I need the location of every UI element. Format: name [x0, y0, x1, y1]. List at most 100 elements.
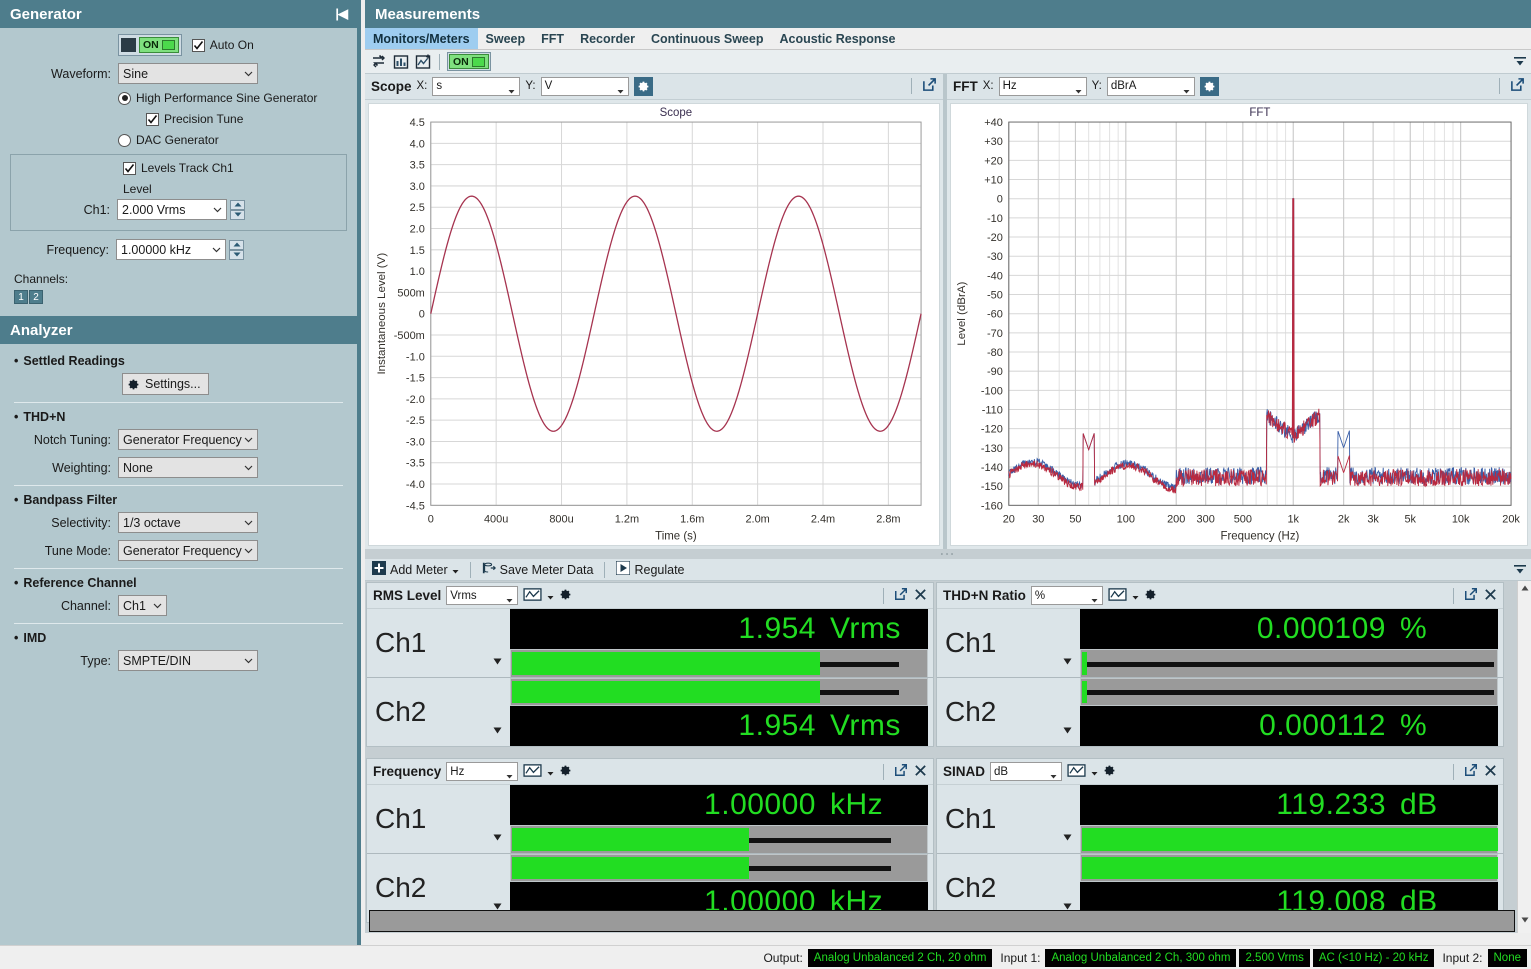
- svg-text:+10: +10: [984, 174, 1003, 186]
- scope-plot[interactable]: Scope4.54.03.53.02.52.01.51.0500m0-500m-…: [368, 103, 940, 546]
- fft-plot[interactable]: FFT+40+30+20+100-10-20-30-40-50-60-70-80…: [950, 103, 1528, 546]
- meter-channel-select[interactable]: Ch1: [367, 609, 510, 677]
- tab-fft[interactable]: FFT: [533, 28, 572, 49]
- meter-settings-gear-icon[interactable]: [559, 588, 572, 604]
- fft-x-unit-select[interactable]: Hz: [999, 77, 1087, 96]
- measurements-title-text: Measurements: [375, 6, 480, 23]
- auto-on-checkbox[interactable]: Auto On: [192, 38, 254, 52]
- bar-graph-icon[interactable]: [391, 52, 410, 71]
- frequency-stepper[interactable]: [229, 240, 244, 260]
- divider: [1453, 588, 1454, 604]
- svg-text:2k: 2k: [1338, 513, 1350, 525]
- meter-popout-icon[interactable]: [1464, 587, 1478, 604]
- horizontal-splitter[interactable]: ∙∙∙: [365, 549, 1531, 559]
- meter-value-display: 1.954Vrms: [510, 609, 928, 649]
- meter-popout-icon[interactable]: [894, 763, 908, 780]
- ch1-level-stepper[interactable]: [230, 200, 245, 220]
- meters-scrollbar[interactable]: [1517, 581, 1531, 933]
- chevron-down-icon: [506, 770, 513, 782]
- ch1-level-input[interactable]: 2.000 Vrms: [117, 199, 227, 220]
- fft-settings-gear-icon[interactable]: [1200, 77, 1219, 96]
- frequency-input[interactable]: 1.00000 kHz: [116, 239, 226, 260]
- meter-channel-select[interactable]: Ch1: [367, 785, 510, 853]
- settled-readings-settings-button[interactable]: Settings...: [122, 373, 209, 395]
- fft-y-unit-select[interactable]: dBrA: [1107, 77, 1195, 96]
- collapse-toolbar-icon[interactable]: [1511, 50, 1529, 73]
- stepper-down-icon[interactable]: [230, 210, 245, 220]
- dac-generator-radio-row[interactable]: DAC Generator: [118, 133, 351, 147]
- monitors-on-button[interactable]: ON: [447, 52, 491, 71]
- meter-close-icon[interactable]: [1484, 764, 1497, 780]
- notch-tuning-select[interactable]: Generator Frequency: [118, 429, 258, 450]
- meter-close-icon[interactable]: [914, 764, 927, 780]
- meter-unit-select[interactable]: Hz: [446, 762, 518, 781]
- input1-range[interactable]: 2.500 Vrms: [1239, 949, 1309, 967]
- imd-type-select[interactable]: SMPTE/DIN: [118, 650, 258, 671]
- chevron-down-icon: [1091, 765, 1098, 779]
- meter-graph-icon[interactable]: [1108, 587, 1127, 605]
- meter-close-icon[interactable]: [914, 588, 927, 604]
- scope-x-unit-select[interactable]: s: [432, 77, 520, 96]
- save-meter-data-button[interactable]: Save Meter Data: [479, 561, 597, 578]
- tab-label: Sweep: [486, 32, 526, 46]
- meter-graph-icon[interactable]: [1067, 763, 1086, 781]
- input1-bandwidth[interactable]: AC (<10 Hz) - 20 kHz: [1313, 949, 1435, 967]
- sync-icon[interactable]: [369, 52, 388, 71]
- fft-popout-icon[interactable]: [1510, 77, 1525, 95]
- meter-settings-gear-icon[interactable]: [1103, 764, 1116, 780]
- waveform-select[interactable]: Sine: [118, 63, 258, 84]
- meter-close-icon[interactable]: [1484, 588, 1497, 604]
- add-meter-button[interactable]: Add Meter: [369, 561, 462, 578]
- selectivity-select[interactable]: 1/3 octave: [118, 512, 258, 533]
- scope-settings-gear-icon[interactable]: [634, 77, 653, 96]
- precision-tune-checkbox[interactable]: Precision Tune: [146, 112, 351, 126]
- meter-channel-select[interactable]: Ch1: [937, 609, 1080, 677]
- tab-acoustic-response[interactable]: Acoustic Response: [771, 28, 903, 49]
- collapse-sidebar-icon[interactable]: |◀: [335, 6, 347, 22]
- scroll-up-icon[interactable]: [1518, 581, 1531, 595]
- reference-channel-select[interactable]: Ch1: [118, 595, 167, 616]
- generator-title-text: Generator: [10, 6, 82, 23]
- meter-unit-select[interactable]: dB: [990, 762, 1062, 781]
- meter-settings-gear-icon[interactable]: [1144, 588, 1157, 604]
- partial-meter-panel[interactable]: [369, 910, 1515, 932]
- meter-graph-icon[interactable]: [523, 763, 542, 781]
- scroll-down-icon[interactable]: [1518, 913, 1531, 927]
- meter-popout-icon[interactable]: [1464, 763, 1478, 780]
- stepper-down-icon[interactable]: [229, 250, 244, 260]
- generator-on-button[interactable]: ON: [118, 34, 182, 56]
- add-trace-icon[interactable]: [413, 52, 432, 71]
- scope-popout-icon[interactable]: [922, 77, 937, 95]
- channel-button-2[interactable]: 2: [29, 290, 43, 304]
- input2-value[interactable]: None: [1488, 949, 1528, 967]
- meter-channel-select[interactable]: Ch1: [937, 785, 1080, 853]
- output-value[interactable]: Analog Unbalanced 2 Ch, 20 ohm: [808, 949, 993, 967]
- meter-channel-select[interactable]: Ch2: [937, 678, 1080, 746]
- meter-popout-icon[interactable]: [894, 587, 908, 604]
- fft-title: FFT: [953, 79, 978, 94]
- meter-settings-gear-icon[interactable]: [559, 764, 572, 780]
- levels-track-checkbox[interactable]: Levels Track Ch1: [123, 161, 340, 175]
- channel-button-1[interactable]: 1: [14, 290, 28, 304]
- tab-recorder[interactable]: Recorder: [572, 28, 643, 49]
- svg-text:2.0m: 2.0m: [745, 513, 769, 525]
- meter-graph-icon[interactable]: [523, 587, 542, 605]
- meter-channel-select[interactable]: Ch2: [367, 678, 510, 746]
- tab-sweep[interactable]: Sweep: [478, 28, 534, 49]
- hp-sine-radio-row[interactable]: High Performance Sine Generator: [118, 91, 351, 105]
- tune-mode-select[interactable]: Generator Frequency: [118, 540, 258, 561]
- stepper-up-icon[interactable]: [229, 240, 244, 250]
- svg-text:1.6m: 1.6m: [680, 513, 704, 525]
- svg-text:500m: 500m: [397, 287, 424, 299]
- svg-text:500: 500: [1234, 513, 1252, 525]
- regulate-button[interactable]: Regulate: [613, 561, 687, 578]
- meter-unit-select[interactable]: Vrms: [446, 586, 518, 605]
- weighting-select[interactable]: None: [118, 457, 258, 478]
- meter-unit-select[interactable]: %: [1031, 586, 1103, 605]
- tab-continuous-sweep[interactable]: Continuous Sweep: [643, 28, 772, 49]
- tab-monitors-meters[interactable]: Monitors/Meters: [365, 28, 478, 49]
- stepper-up-icon[interactable]: [230, 200, 245, 210]
- scope-y-unit-select[interactable]: V: [541, 77, 629, 96]
- input1-value[interactable]: Analog Unbalanced 2 Ch, 300 ohm: [1045, 949, 1236, 967]
- collapse-meters-icon[interactable]: [1513, 564, 1527, 576]
